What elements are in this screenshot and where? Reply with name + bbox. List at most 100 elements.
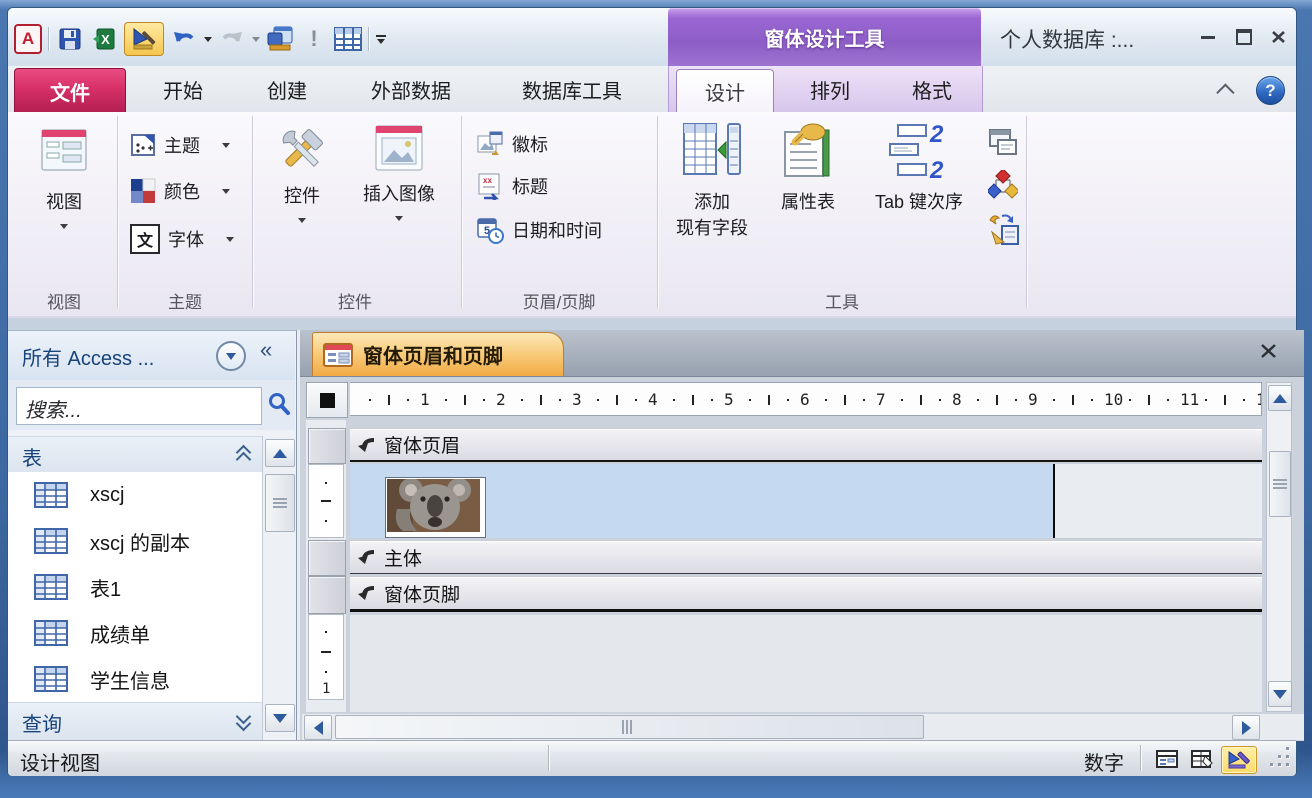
document-tab[interactable]: 窗体页眉和页脚 bbox=[312, 332, 564, 376]
convert-macros-icon[interactable] bbox=[988, 170, 1018, 205]
shutter-bar-close-icon[interactable]: « bbox=[260, 337, 272, 363]
redo-dropdown-icon[interactable] bbox=[252, 37, 260, 42]
minimize-button[interactable] bbox=[1196, 28, 1220, 46]
search-icon[interactable] bbox=[266, 391, 292, 417]
tab-create[interactable]: 创建 bbox=[254, 66, 320, 112]
close-document-icon[interactable] bbox=[1254, 338, 1282, 364]
scroll-down-icon[interactable] bbox=[265, 704, 295, 732]
tab-home[interactable]: 开始 bbox=[150, 66, 216, 112]
views-button[interactable]: 视图 bbox=[26, 126, 102, 229]
contextual-tab-group-header: 窗体设计工具 bbox=[668, 8, 981, 66]
fonts-button[interactable]: 文 字体 bbox=[130, 224, 234, 254]
datetime-button[interactable]: 5 日期和时间 bbox=[476, 216, 602, 244]
horizontal-scrollbar[interactable] bbox=[302, 714, 1304, 740]
customize-toolbar-icon[interactable] bbox=[376, 35, 386, 44]
logo-icon bbox=[476, 130, 504, 158]
undo-dropdown-icon[interactable] bbox=[204, 37, 212, 42]
detail-section-selector[interactable] bbox=[308, 540, 346, 576]
export-excel-icon[interactable]: X bbox=[90, 25, 118, 53]
table-list-item[interactable]: xscj bbox=[8, 472, 262, 518]
tables-section-header[interactable]: 表 bbox=[8, 436, 262, 474]
table-list-item[interactable]: 学生信息 bbox=[8, 656, 262, 702]
form-header-label: 窗体页眉 bbox=[384, 431, 460, 458]
navigation-pane-header[interactable]: 所有 Access ... « bbox=[8, 331, 295, 381]
scroll-right-icon[interactable] bbox=[1232, 715, 1260, 740]
koala-image bbox=[387, 479, 480, 532]
insert-image-button[interactable]: 插入图像 bbox=[346, 124, 452, 221]
form-header-section-selector[interactable] bbox=[308, 428, 346, 464]
datasheet-view-button[interactable] bbox=[1186, 746, 1217, 772]
expand-section-icon[interactable] bbox=[236, 711, 252, 729]
design-view-button[interactable] bbox=[1221, 746, 1257, 774]
tab-arrange[interactable]: 排列 bbox=[788, 66, 872, 112]
form-icon bbox=[323, 343, 353, 367]
table-icon bbox=[34, 528, 68, 554]
views-dropdown-icon bbox=[60, 224, 68, 229]
title-button[interactable]: xx 标题 bbox=[476, 172, 548, 200]
form-selector[interactable] bbox=[306, 382, 348, 418]
tab-design[interactable]: 设计 bbox=[676, 69, 774, 113]
switch-windows-icon[interactable] bbox=[266, 25, 294, 53]
form-footer-section-selector[interactable] bbox=[308, 576, 346, 614]
run-icon[interactable]: ! bbox=[300, 25, 328, 53]
section-arrow-icon bbox=[358, 585, 376, 601]
koala-image-control[interactable] bbox=[385, 477, 486, 538]
scroll-up-icon[interactable] bbox=[1268, 385, 1292, 411]
svg-text:2: 2 bbox=[929, 157, 944, 180]
detail-bar[interactable]: 主体 bbox=[350, 540, 1262, 574]
view-code-icon[interactable] bbox=[988, 128, 1018, 161]
form-footer-surface[interactable] bbox=[350, 615, 1262, 712]
themes-group-label: 主题 bbox=[118, 288, 252, 313]
close-button[interactable] bbox=[1266, 28, 1290, 46]
logo-button[interactable]: 徽标 bbox=[476, 130, 548, 158]
nav-scrollbar[interactable] bbox=[262, 436, 296, 740]
save-icon[interactable] bbox=[56, 25, 84, 53]
scroll-left-icon[interactable] bbox=[304, 715, 332, 740]
table-list-item[interactable]: xscj 的副本 bbox=[8, 518, 262, 564]
access-app-icon[interactable]: A bbox=[14, 25, 42, 53]
vertical-scrollbar[interactable] bbox=[1266, 382, 1292, 712]
tab-database-tools[interactable]: 数据库工具 bbox=[506, 66, 638, 112]
search-input[interactable]: 搜索... bbox=[16, 387, 262, 425]
tab-external-data[interactable]: 外部数据 bbox=[356, 66, 466, 112]
design-view-icon[interactable] bbox=[124, 22, 164, 56]
table-icon[interactable] bbox=[334, 25, 362, 53]
redo-icon[interactable] bbox=[218, 25, 246, 53]
form-footer-label: 窗体页脚 bbox=[384, 580, 460, 607]
table-list-item[interactable]: 成绩单 bbox=[8, 610, 262, 656]
add-existing-fields-button[interactable]: 添加 现有字段 bbox=[664, 122, 760, 240]
themes-button[interactable]: 主题 bbox=[130, 132, 230, 158]
window-title: 个人数据库 :... bbox=[1000, 24, 1190, 54]
scroll-up-icon[interactable] bbox=[265, 439, 295, 467]
table-list-item[interactable]: 表1 bbox=[8, 564, 262, 610]
help-icon[interactable]: ? bbox=[1256, 76, 1285, 105]
nav-menu-dropdown-icon[interactable] bbox=[216, 341, 246, 371]
restore-button[interactable] bbox=[1232, 28, 1256, 46]
resize-grip[interactable] bbox=[1268, 745, 1292, 771]
convert-form-macros-icon[interactable] bbox=[988, 212, 1020, 251]
collapse-section-icon[interactable] bbox=[236, 445, 252, 463]
form-header-bar[interactable]: 窗体页眉 bbox=[350, 428, 1262, 462]
tab-file[interactable]: 文件 bbox=[14, 68, 126, 114]
insert-image-dropdown-icon bbox=[395, 216, 403, 221]
tab-format[interactable]: 格式 bbox=[892, 66, 972, 112]
nav-scrollbar-thumb[interactable] bbox=[265, 474, 295, 532]
queries-section-header[interactable]: 查询 bbox=[8, 702, 262, 742]
hscrollbar-thumb[interactable] bbox=[335, 715, 924, 739]
vscrollbar-thumb[interactable] bbox=[1269, 451, 1291, 517]
undo-icon[interactable] bbox=[170, 25, 198, 53]
colors-button[interactable]: 颜色 bbox=[130, 178, 230, 204]
tab-order-button[interactable]: 22 Tab 键次序 bbox=[856, 122, 982, 214]
group-separator bbox=[657, 116, 659, 308]
form-view-button[interactable] bbox=[1151, 746, 1182, 772]
collapse-ribbon-icon[interactable] bbox=[1214, 80, 1240, 100]
tools-group-label: 工具 bbox=[658, 288, 1026, 313]
property-sheet-button[interactable]: 属性表 bbox=[764, 122, 852, 214]
title-icon: xx bbox=[476, 172, 504, 200]
colors-dropdown-icon bbox=[222, 189, 230, 194]
status-separator bbox=[548, 745, 550, 771]
form-footer-bar[interactable]: 窗体页脚 bbox=[350, 576, 1262, 612]
scroll-down-icon[interactable] bbox=[1268, 681, 1292, 707]
horizontal-ruler: 123456789101112 bbox=[350, 382, 1262, 416]
controls-button[interactable]: 控件 bbox=[266, 124, 338, 223]
